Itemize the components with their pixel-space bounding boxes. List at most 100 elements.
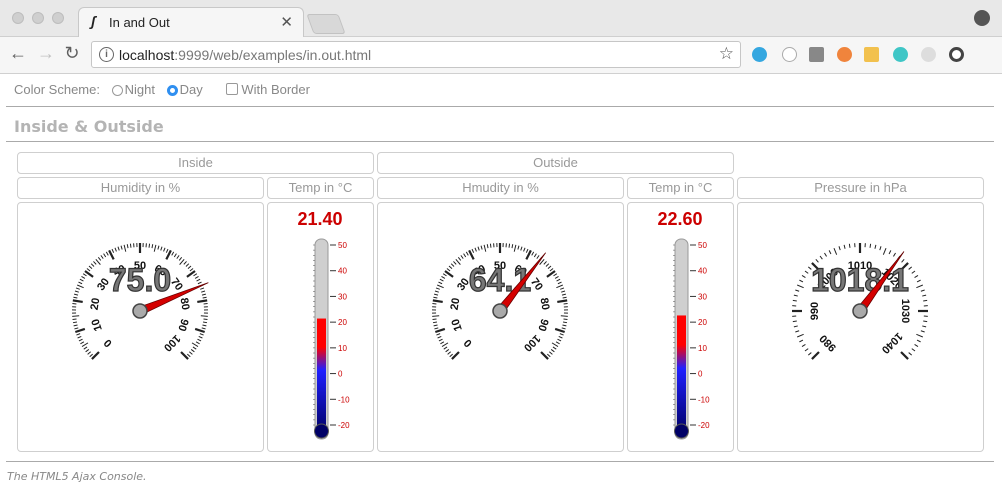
night-label[interactable]: Night [125, 82, 155, 97]
gauge-tick-label: 10 [450, 317, 465, 332]
col-outside-temp: Temp in °C [627, 177, 734, 199]
night-radio[interactable] [111, 85, 123, 96]
gauge-tick [869, 243, 872, 248]
extension-7-icon[interactable] [921, 47, 936, 62]
gauge-tick [455, 258, 461, 265]
new-tab-button[interactable] [306, 14, 346, 34]
gauge-tick [916, 333, 924, 338]
gauge-tick [74, 327, 79, 330]
gauge-tick [78, 281, 83, 285]
forward-icon[interactable]: → [36, 43, 56, 64]
gauge-tick [451, 351, 460, 360]
gauge-tick [449, 353, 454, 358]
thermometer-value: 21.40 [297, 209, 342, 229]
gauge-tick [561, 327, 566, 330]
gauge-tick [432, 315, 440, 317]
gauge-tick [562, 321, 568, 324]
gauge-tick [559, 333, 564, 336]
thermometer-tick-label: 30 [338, 292, 347, 301]
gauge-tick [557, 338, 562, 342]
col-outside-humidity: Hmudity in % [377, 177, 624, 199]
address-url[interactable]: localhost:9999/web/examples/in.out.html [119, 47, 371, 63]
day-label[interactable]: Day [180, 82, 203, 97]
bookmark-star-icon[interactable]: ☆ [719, 44, 734, 64]
window-minimize-button[interactable] [32, 12, 44, 24]
extension-8-icon[interactable] [949, 47, 964, 62]
gauge-tick [187, 265, 192, 270]
gauge-tick [489, 243, 492, 248]
gauge-tick [914, 344, 919, 347]
border-checkbox[interactable] [226, 83, 239, 95]
gauge-tick [183, 261, 187, 265]
extension-mail-icon[interactable] [809, 47, 824, 62]
extension-5-icon[interactable] [864, 47, 879, 62]
gauge-tick-label: 980 [817, 332, 838, 353]
gauge-tick [796, 333, 804, 338]
gauge-tick [533, 253, 537, 258]
gauge-tick [81, 342, 89, 347]
extension-6-icon[interactable] [893, 47, 908, 62]
gauge-tick [93, 261, 97, 265]
tab-close-icon[interactable]: ✕ [280, 13, 293, 31]
gauge-tick [795, 289, 800, 292]
border-label[interactable]: With Border [241, 82, 310, 97]
gauge-tick [178, 256, 183, 261]
gauge-tick [202, 296, 207, 299]
panel-outside-temp: 22.60 50 40 30 20 10 0 -10 -20 [627, 202, 734, 452]
window-close-button[interactable] [12, 12, 24, 24]
thermometer-tick-label: 50 [338, 241, 347, 250]
gauge-tick [460, 255, 464, 259]
gauge-tick [438, 281, 443, 285]
gauge-tick [525, 248, 529, 253]
gauge-tick [111, 248, 115, 253]
reload-icon[interactable]: ↻ [62, 43, 82, 64]
gauge-tick [188, 351, 193, 355]
gauge-tick [477, 246, 480, 251]
back-icon[interactable]: ← [8, 43, 28, 64]
gauge-tick [89, 353, 94, 358]
thermometer-tick-label: 0 [698, 370, 703, 379]
gauge-tick [914, 275, 919, 278]
gauge-tick [457, 256, 462, 261]
gauge-tick [74, 290, 79, 293]
extension-1-icon[interactable] [752, 47, 767, 62]
gauge-tick-label: 0 [462, 336, 475, 349]
gauge-tick [91, 351, 100, 360]
gauge-tick [117, 246, 120, 251]
gauge-tick [920, 330, 925, 333]
day-radio[interactable] [166, 85, 178, 96]
gauge-tick [165, 248, 169, 253]
gauge-tick [189, 268, 194, 272]
address-bar[interactable]: i localhost:9999/web/examples/in.out.htm… [91, 41, 741, 68]
gauge-tick [483, 244, 487, 252]
gauge-tick [74, 293, 79, 296]
gauge-tick [520, 246, 523, 251]
gauge-tick [879, 246, 882, 251]
gauge-tick [508, 243, 511, 248]
gauge-tick [531, 251, 535, 256]
gauge-tick [197, 281, 202, 285]
gauge-tick [795, 330, 800, 333]
gauge-tick [171, 251, 175, 256]
site-info-icon[interactable]: i [99, 47, 114, 62]
browser-tab[interactable]: ʃ In and Out ✕ [78, 7, 304, 37]
gauge-tick [153, 244, 157, 252]
gauge-tick [893, 252, 896, 257]
thermometer-bulb [674, 423, 689, 439]
gauge-tick-label: 1040 [879, 330, 905, 356]
extension-2-icon[interactable] [782, 47, 797, 62]
window-zoom-button[interactable] [52, 12, 64, 24]
thermometer-tick-label: 10 [338, 344, 347, 353]
gauge-tick [74, 327, 86, 334]
divider-bottom [6, 461, 994, 462]
gauge-inside-humidity: 010203040 50 6070809010075.0 [72, 243, 209, 360]
gauge-tick [916, 339, 921, 343]
extension-4-icon[interactable] [837, 47, 852, 62]
profile-icon[interactable] [974, 10, 990, 26]
gauge-tick [447, 351, 452, 355]
browser-titlebar: ʃ In and Out ✕ [0, 0, 1002, 37]
gauge-tick [843, 244, 846, 249]
gauge-tick [87, 351, 92, 355]
thermometer-tick-label: -20 [338, 421, 350, 430]
gauge-tick [82, 273, 87, 277]
